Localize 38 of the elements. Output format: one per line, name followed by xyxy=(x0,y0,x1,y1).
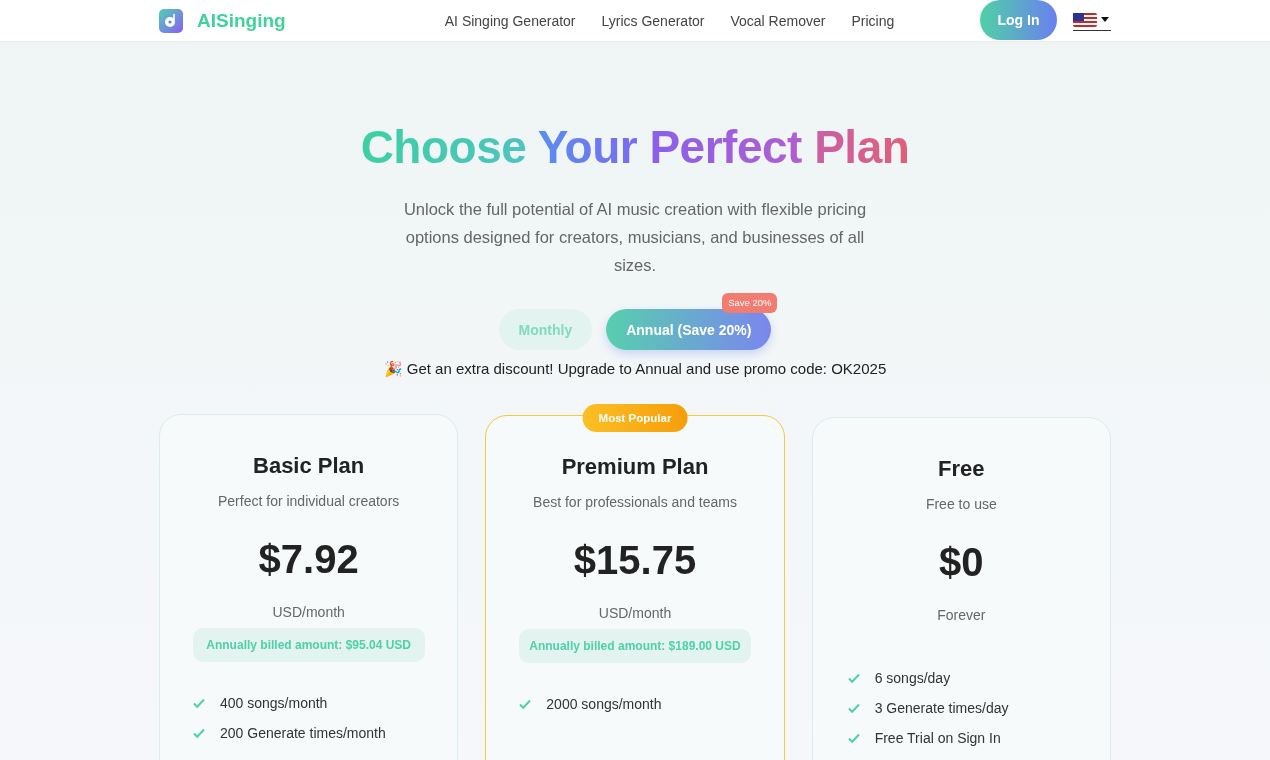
plan-tagline: Perfect for individual creators xyxy=(217,493,401,509)
plan-name: Basic Plan xyxy=(252,453,366,479)
feature-text: 6 songs/day xyxy=(874,670,951,686)
promo-text: Get an extra discount! Upgrade to Annual and use promo code: OK2025 xyxy=(406,360,887,378)
page-title: Choose Your Perfect Plan xyxy=(359,120,911,174)
plan-price: $15.75 xyxy=(572,538,698,583)
feature-text: 3 Generate times/day xyxy=(874,700,1009,716)
check-icon xyxy=(846,731,861,745)
price-period: Forever xyxy=(936,607,987,623)
feature-text: Free Trial on Sign In xyxy=(874,730,1001,746)
nav-link[interactable]: AI Singing Generator xyxy=(444,12,576,29)
plan-name: Free xyxy=(937,456,986,482)
logo-icon[interactable] xyxy=(159,8,183,33)
plan-price: $7.92 xyxy=(257,537,360,582)
check-icon xyxy=(518,697,533,711)
check-icon xyxy=(846,671,861,685)
check-icon xyxy=(192,726,206,740)
plan-tagline: Free to use xyxy=(924,496,998,512)
language-selector[interactable] xyxy=(1073,10,1111,31)
nav-link[interactable]: Lyrics Generator xyxy=(601,12,705,29)
feature-text: 200 Generate times/month xyxy=(220,725,386,741)
popular-badge: Most Popular xyxy=(582,404,688,432)
billed-amount: Annually billed amount: $189.00 USD xyxy=(519,629,751,663)
plan-price: $0 xyxy=(938,540,985,585)
billed-amount: Annually billed amount: $95.04 USD xyxy=(192,628,425,662)
nav-link[interactable]: Pricing xyxy=(851,12,895,29)
price-period: USD/month xyxy=(271,604,346,620)
party-popper-icon: 🎉 xyxy=(383,360,403,378)
plan-name: Premium Plan xyxy=(560,454,710,480)
check-icon xyxy=(846,701,861,715)
feature-text: 2000 songs/month xyxy=(546,696,662,712)
check-icon xyxy=(192,696,206,710)
feature-text: 400 songs/month xyxy=(220,695,328,711)
subtitle: Unlock the full potential of AI music creation with flexible pricing options designed for creators, musicians, and businesses of all sizes. xyxy=(402,199,868,276)
save-badge: Save 20% xyxy=(722,293,778,313)
price-period: USD/month xyxy=(597,605,673,621)
plan-tagline: Best for professionals and teams xyxy=(532,494,738,510)
nav-link[interactable]: Vocal Remover xyxy=(730,12,826,29)
